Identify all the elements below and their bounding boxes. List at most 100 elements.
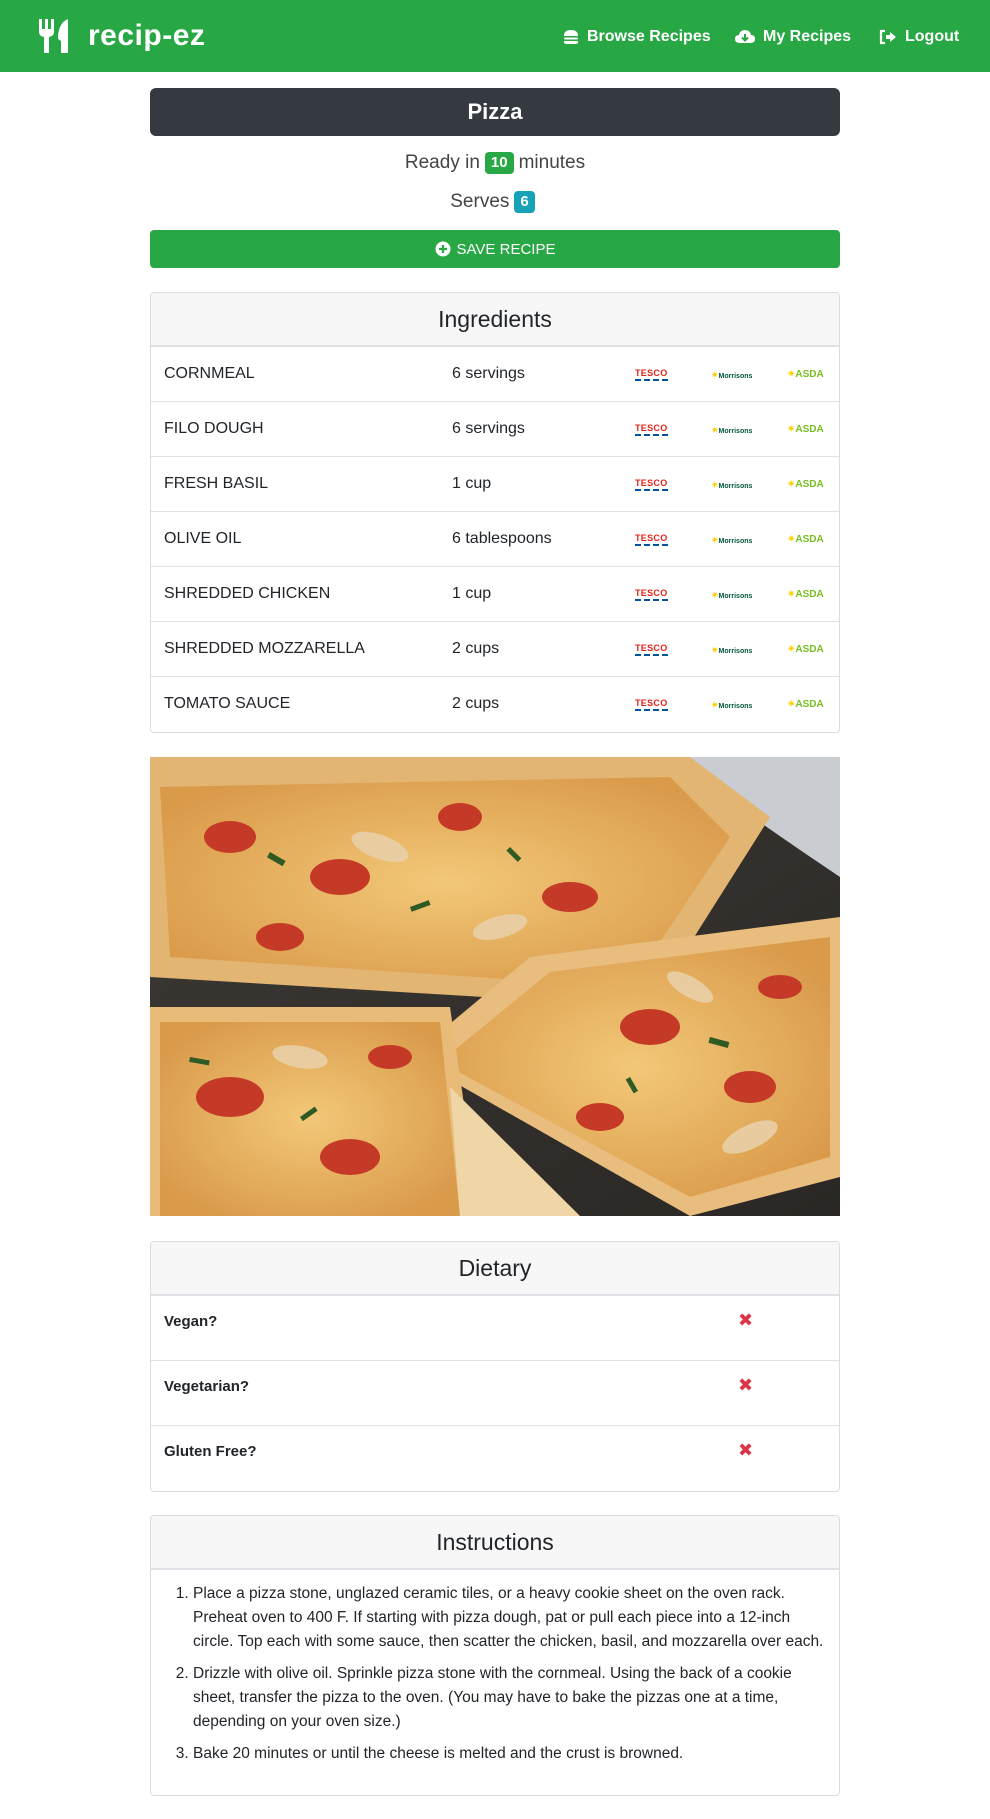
serves-label: Serves <box>450 191 510 212</box>
ingredient-amount: 6 servings <box>452 420 525 437</box>
brand-link[interactable]: recip-ez <box>36 14 205 58</box>
tesco-logo-link[interactable]: TESCO <box>635 477 668 491</box>
recipe-title: Pizza <box>150 88 840 136</box>
pizza-photo <box>150 757 840 1216</box>
asda-logo-link[interactable]: ✷ASDA <box>787 477 824 493</box>
nav-browse-label: Browse Recipes <box>587 28 711 45</box>
dietary-card: Dietary Vegan? ✖ Vegetarian? ✖ Gluten Free? ✖ <box>150 1241 840 1492</box>
ingredient-amount: 2 cups <box>452 695 500 712</box>
dietary-row: Vegetarian? ✖ <box>151 1361 839 1426</box>
sun-icon: ✷ <box>711 590 719 600</box>
dietary-table: Vegan? ✖ Vegetarian? ✖ Gluten Free? ✖ <box>151 1296 839 1491</box>
ingredient-row: SHREDDED MOZZARELLA 2 cups TESCO ✷Morrisons… <box>151 622 839 677</box>
serves-line: Serves 6 <box>150 189 840 215</box>
tesco-logo-link[interactable]: TESCO <box>635 642 668 656</box>
sun-icon: ✷ <box>711 535 719 545</box>
morrisons-logo-text: Morrisons <box>718 703 753 710</box>
ingredient-row: OLIVE OIL 6 tablespoons TESCO ✷Morrisons ✷AS… <box>151 512 839 567</box>
asda-logo-text: ASDA <box>795 589 824 600</box>
ingredient-row: TOMATO SAUCE 2 cups TESCO ✷Morrisons ✷ASDA <box>151 677 839 732</box>
nav-my-recipes[interactable]: My Recipes <box>735 24 851 50</box>
asda-logo-text: ASDA <box>795 369 824 380</box>
save-recipe-button[interactable]: SAVE RECIPE <box>150 230 840 268</box>
asda-logo-link[interactable]: ✷ASDA <box>787 532 824 548</box>
ingredient-amount: 6 tablespoons <box>452 530 552 547</box>
tesco-logo-link[interactable]: TESCO <box>635 532 668 546</box>
morrisons-logo-link[interactable]: ✷Morrisons <box>711 697 752 713</box>
sun-icon: ✷ <box>711 645 719 655</box>
tesco-logo-link[interactable]: TESCO <box>635 697 668 711</box>
ingredient-row: FRESH BASIL 1 cup TESCO ✷Morrisons ✷ASDA <box>151 457 839 512</box>
ready-suffix: minutes <box>518 152 586 173</box>
ingredient-amount: 1 cup <box>452 585 492 602</box>
ingredient-name: SHREDDED MOZZARELLA <box>164 640 365 657</box>
ingredient-name: CORNMEAL <box>164 365 255 382</box>
morrisons-logo-text: Morrisons <box>718 648 753 655</box>
tesco-logo-link[interactable]: TESCO <box>635 587 668 601</box>
ingredient-name: SHREDDED CHICKEN <box>164 585 331 602</box>
morrisons-logo-text: Morrisons <box>718 538 753 545</box>
nav-browse-recipes[interactable]: Browse Recipes <box>563 24 711 50</box>
ingredients-table: CORNMEAL 6 servings TESCO ✷Morrisons ✷ASDA FI… <box>151 347 839 732</box>
hamburger-icon <box>564 30 578 44</box>
morrisons-logo-link[interactable]: ✷Morrisons <box>711 587 752 603</box>
morrisons-logo-text: Morrisons <box>718 593 753 600</box>
asda-logo-link[interactable]: ✷ASDA <box>787 587 824 603</box>
sun-icon: ✷ <box>711 370 719 380</box>
morrisons-logo-link[interactable]: ✷Morrisons <box>711 642 752 658</box>
morrisons-logo-link[interactable]: ✷Morrisons <box>711 422 752 438</box>
dietary-header: Dietary <box>151 1242 839 1296</box>
dietary-label: Vegan? <box>164 1313 218 1330</box>
dietary-label: Gluten Free? <box>164 1443 257 1460</box>
asda-logo-text: ASDA <box>795 699 824 710</box>
ready-minutes-badge: 10 <box>484 152 514 174</box>
instructions-list: Place a pizza stone, unglazed ceramic ti… <box>171 1582 829 1766</box>
save-recipe-label: SAVE RECIPE <box>456 240 556 258</box>
asda-logo-text: ASDA <box>795 424 824 435</box>
instruction-step: Place a pizza stone, unglazed ceramic ti… <box>193 1582 829 1654</box>
asda-logo-link[interactable]: ✷ASDA <box>787 697 824 713</box>
morrisons-logo-link[interactable]: ✷Morrisons <box>711 532 752 548</box>
serves-badge: 6 <box>514 191 535 213</box>
morrisons-logo-link[interactable]: ✷Morrisons <box>711 367 752 383</box>
dietary-row: Gluten Free? ✖ <box>151 1426 839 1491</box>
instructions-card: Instructions Place a pizza stone, unglaz… <box>150 1515 840 1796</box>
sun-icon: ✷ <box>711 425 719 435</box>
brand-name: recip-ez <box>88 19 206 52</box>
utensils-icon <box>39 19 68 53</box>
morrisons-logo-link[interactable]: ✷Morrisons <box>711 477 752 493</box>
morrisons-logo-text: Morrisons <box>718 428 753 435</box>
plus-circle-icon <box>435 241 451 257</box>
asda-logo-text: ASDA <box>795 479 824 490</box>
ready-time: Ready in 10 minutes <box>150 150 840 176</box>
dietary-row: Vegan? ✖ <box>151 1296 839 1361</box>
cross-icon: ✖ <box>738 1375 754 1395</box>
nav-logout-label: Logout <box>905 28 960 45</box>
ingredient-amount: 2 cups <box>452 640 500 657</box>
ready-prefix: Ready in <box>404 152 480 173</box>
asda-logo-text: ASDA <box>795 534 824 545</box>
morrisons-logo-text: Morrisons <box>718 373 753 380</box>
sun-icon: ✷ <box>711 700 719 710</box>
cloud-download-icon <box>735 30 755 43</box>
tesco-logo-link[interactable]: TESCO <box>635 422 668 436</box>
asda-logo-link[interactable]: ✷ASDA <box>787 367 824 383</box>
dietary-label: Vegetarian? <box>164 1378 250 1395</box>
ingredient-amount: 6 servings <box>452 365 525 382</box>
tesco-logo-link[interactable]: TESCO <box>635 367 668 381</box>
asda-logo-link[interactable]: ✷ASDA <box>787 642 824 658</box>
ingredient-name: TOMATO SAUCE <box>164 695 291 712</box>
asda-logo-text: ASDA <box>795 644 824 655</box>
recipe-image <box>150 757 840 1216</box>
ingredient-name: OLIVE OIL <box>164 530 242 547</box>
nav-my-recipes-label: My Recipes <box>763 28 852 45</box>
sun-icon: ✷ <box>711 480 719 490</box>
navbar: recip-ez Browse Recipes My Recipes Logou… <box>0 0 990 72</box>
ingredient-amount: 1 cup <box>452 475 492 492</box>
sign-out-icon <box>879 29 896 45</box>
instructions-body: Place a pizza stone, unglazed ceramic ti… <box>151 1570 839 1766</box>
ingredient-name: FILO DOUGH <box>164 420 264 437</box>
ingredients-card: Ingredients CORNMEAL 6 servings TESCO ✷Morr… <box>150 292 840 733</box>
nav-logout[interactable]: Logout <box>879 24 959 50</box>
asda-logo-link[interactable]: ✷ASDA <box>787 422 824 438</box>
